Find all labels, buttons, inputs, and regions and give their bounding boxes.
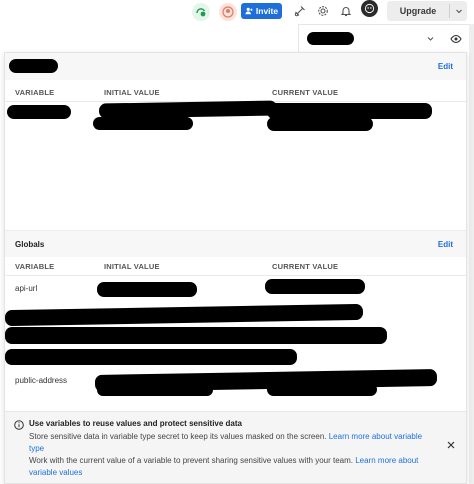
satellite-icon[interactable] bbox=[292, 3, 308, 19]
learn-more-variable-type-link[interactable]: Learn more about variable bbox=[329, 432, 422, 441]
learn-more-variable-values-link-cont[interactable]: variable values bbox=[29, 468, 82, 477]
environment-section-header: Edit bbox=[5, 53, 466, 80]
upgrade-button[interactable]: Upgrade bbox=[387, 1, 449, 21]
global-variable-name: public-address bbox=[15, 376, 68, 385]
upgrade-menu-button[interactable] bbox=[450, 1, 467, 21]
current-value-redacted bbox=[267, 117, 373, 131]
chevron-down-icon bbox=[427, 37, 434, 41]
info-banner: Use variables to reuse values and protec… bbox=[5, 411, 466, 483]
top-bar: Invite Upgrade bbox=[0, 0, 474, 24]
initial-value-redacted bbox=[97, 384, 213, 396]
column-header-initial-value: INITIAL VALUE bbox=[104, 88, 160, 97]
learn-more-variable-values-link[interactable]: Learn more about bbox=[355, 456, 418, 465]
column-header-current-value: CURRENT VALUE bbox=[272, 262, 339, 271]
person-plus-icon bbox=[245, 7, 253, 15]
scrollbar-track bbox=[469, 24, 474, 484]
info-text: Store sensitive data in variable type se… bbox=[29, 432, 329, 441]
collaborator-avatar-icon[interactable] bbox=[219, 3, 237, 21]
column-header-current-value: CURRENT VALUE bbox=[272, 88, 339, 97]
environment-bar bbox=[298, 24, 469, 52]
environment-edit-link[interactable]: Edit bbox=[438, 62, 453, 71]
upgrade-group: Upgrade bbox=[387, 1, 467, 21]
globals-edit-link[interactable]: Edit bbox=[438, 240, 453, 249]
initial-value-redacted bbox=[98, 100, 278, 119]
value-redacted bbox=[5, 327, 387, 344]
info-title: Use variables to reuse values and protec… bbox=[29, 419, 242, 428]
environment-quick-look-panel: Edit VARIABLE INITIAL VALUE CURRENT VALU… bbox=[4, 52, 467, 484]
column-header-variable: VARIABLE bbox=[15, 262, 55, 271]
environment-column-headers: VARIABLE INITIAL VALUE CURRENT VALUE bbox=[5, 80, 466, 102]
invite-label: Invite bbox=[255, 6, 279, 16]
close-icon[interactable] bbox=[446, 440, 456, 450]
variable-name-redacted bbox=[7, 105, 71, 119]
sync-status-icon[interactable] bbox=[192, 3, 210, 21]
value-redacted bbox=[5, 349, 297, 365]
global-variable-name: api-url bbox=[15, 284, 38, 293]
info-text: Work with the current value of a variabl… bbox=[29, 456, 356, 465]
chevron-down-icon bbox=[455, 7, 463, 15]
globals-section-header: Globals Edit bbox=[5, 230, 466, 257]
learn-more-variable-type-link-cont[interactable]: type bbox=[29, 444, 44, 453]
info-line-current-value: Work with the current value of a variabl… bbox=[29, 455, 449, 479]
info-line-secret: Store sensitive data in variable type se… bbox=[29, 431, 449, 455]
environment-title-redacted bbox=[9, 59, 58, 73]
environment-selector[interactable] bbox=[299, 25, 444, 52]
current-value-redacted bbox=[265, 279, 365, 294]
initial-value-redacted bbox=[97, 282, 197, 297]
info-icon bbox=[14, 420, 24, 430]
globals-title: Globals bbox=[15, 240, 45, 249]
bell-icon[interactable] bbox=[338, 3, 354, 19]
value-redacted bbox=[4, 303, 364, 327]
profile-avatar-icon[interactable] bbox=[361, 0, 378, 17]
environment-name-redacted bbox=[307, 32, 354, 45]
gear-icon[interactable] bbox=[315, 3, 331, 19]
column-header-initial-value: INITIAL VALUE bbox=[104, 262, 160, 271]
column-header-variable: VARIABLE bbox=[15, 88, 55, 97]
invite-button[interactable]: Invite bbox=[241, 3, 282, 19]
eye-icon[interactable] bbox=[447, 30, 465, 48]
initial-value-redacted bbox=[93, 117, 193, 130]
current-value-redacted bbox=[267, 383, 377, 396]
globals-column-headers: VARIABLE INITIAL VALUE CURRENT VALUE bbox=[5, 254, 466, 276]
